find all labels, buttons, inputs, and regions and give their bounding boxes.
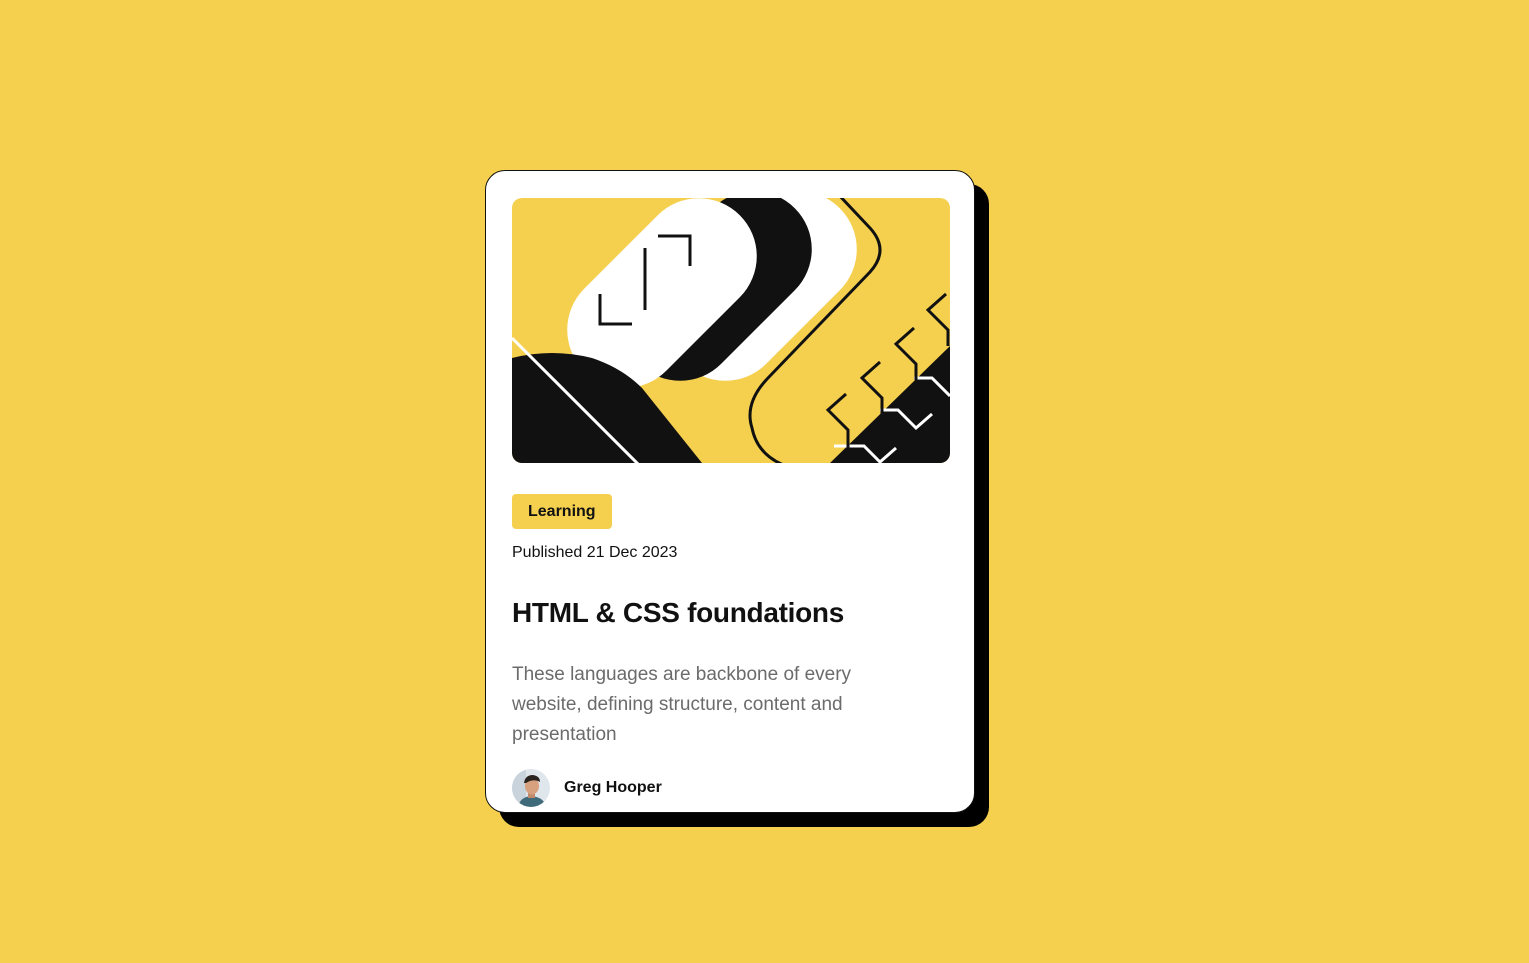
author-info: Greg Hooper — [512, 769, 948, 807]
author-avatar — [512, 769, 550, 807]
blog-preview-card[interactable]: Learning Published 21 Dec 2023 HTML & CS… — [485, 170, 975, 813]
author-name: Greg Hooper — [564, 779, 662, 796]
published-date: Published 21 Dec 2023 — [512, 544, 678, 561]
hero-illustration — [512, 198, 950, 463]
category-tag[interactable]: Learning — [512, 494, 612, 529]
card-title[interactable]: HTML & CSS foundations — [512, 596, 948, 630]
card-description: These languages are backbone of every we… — [512, 664, 852, 745]
